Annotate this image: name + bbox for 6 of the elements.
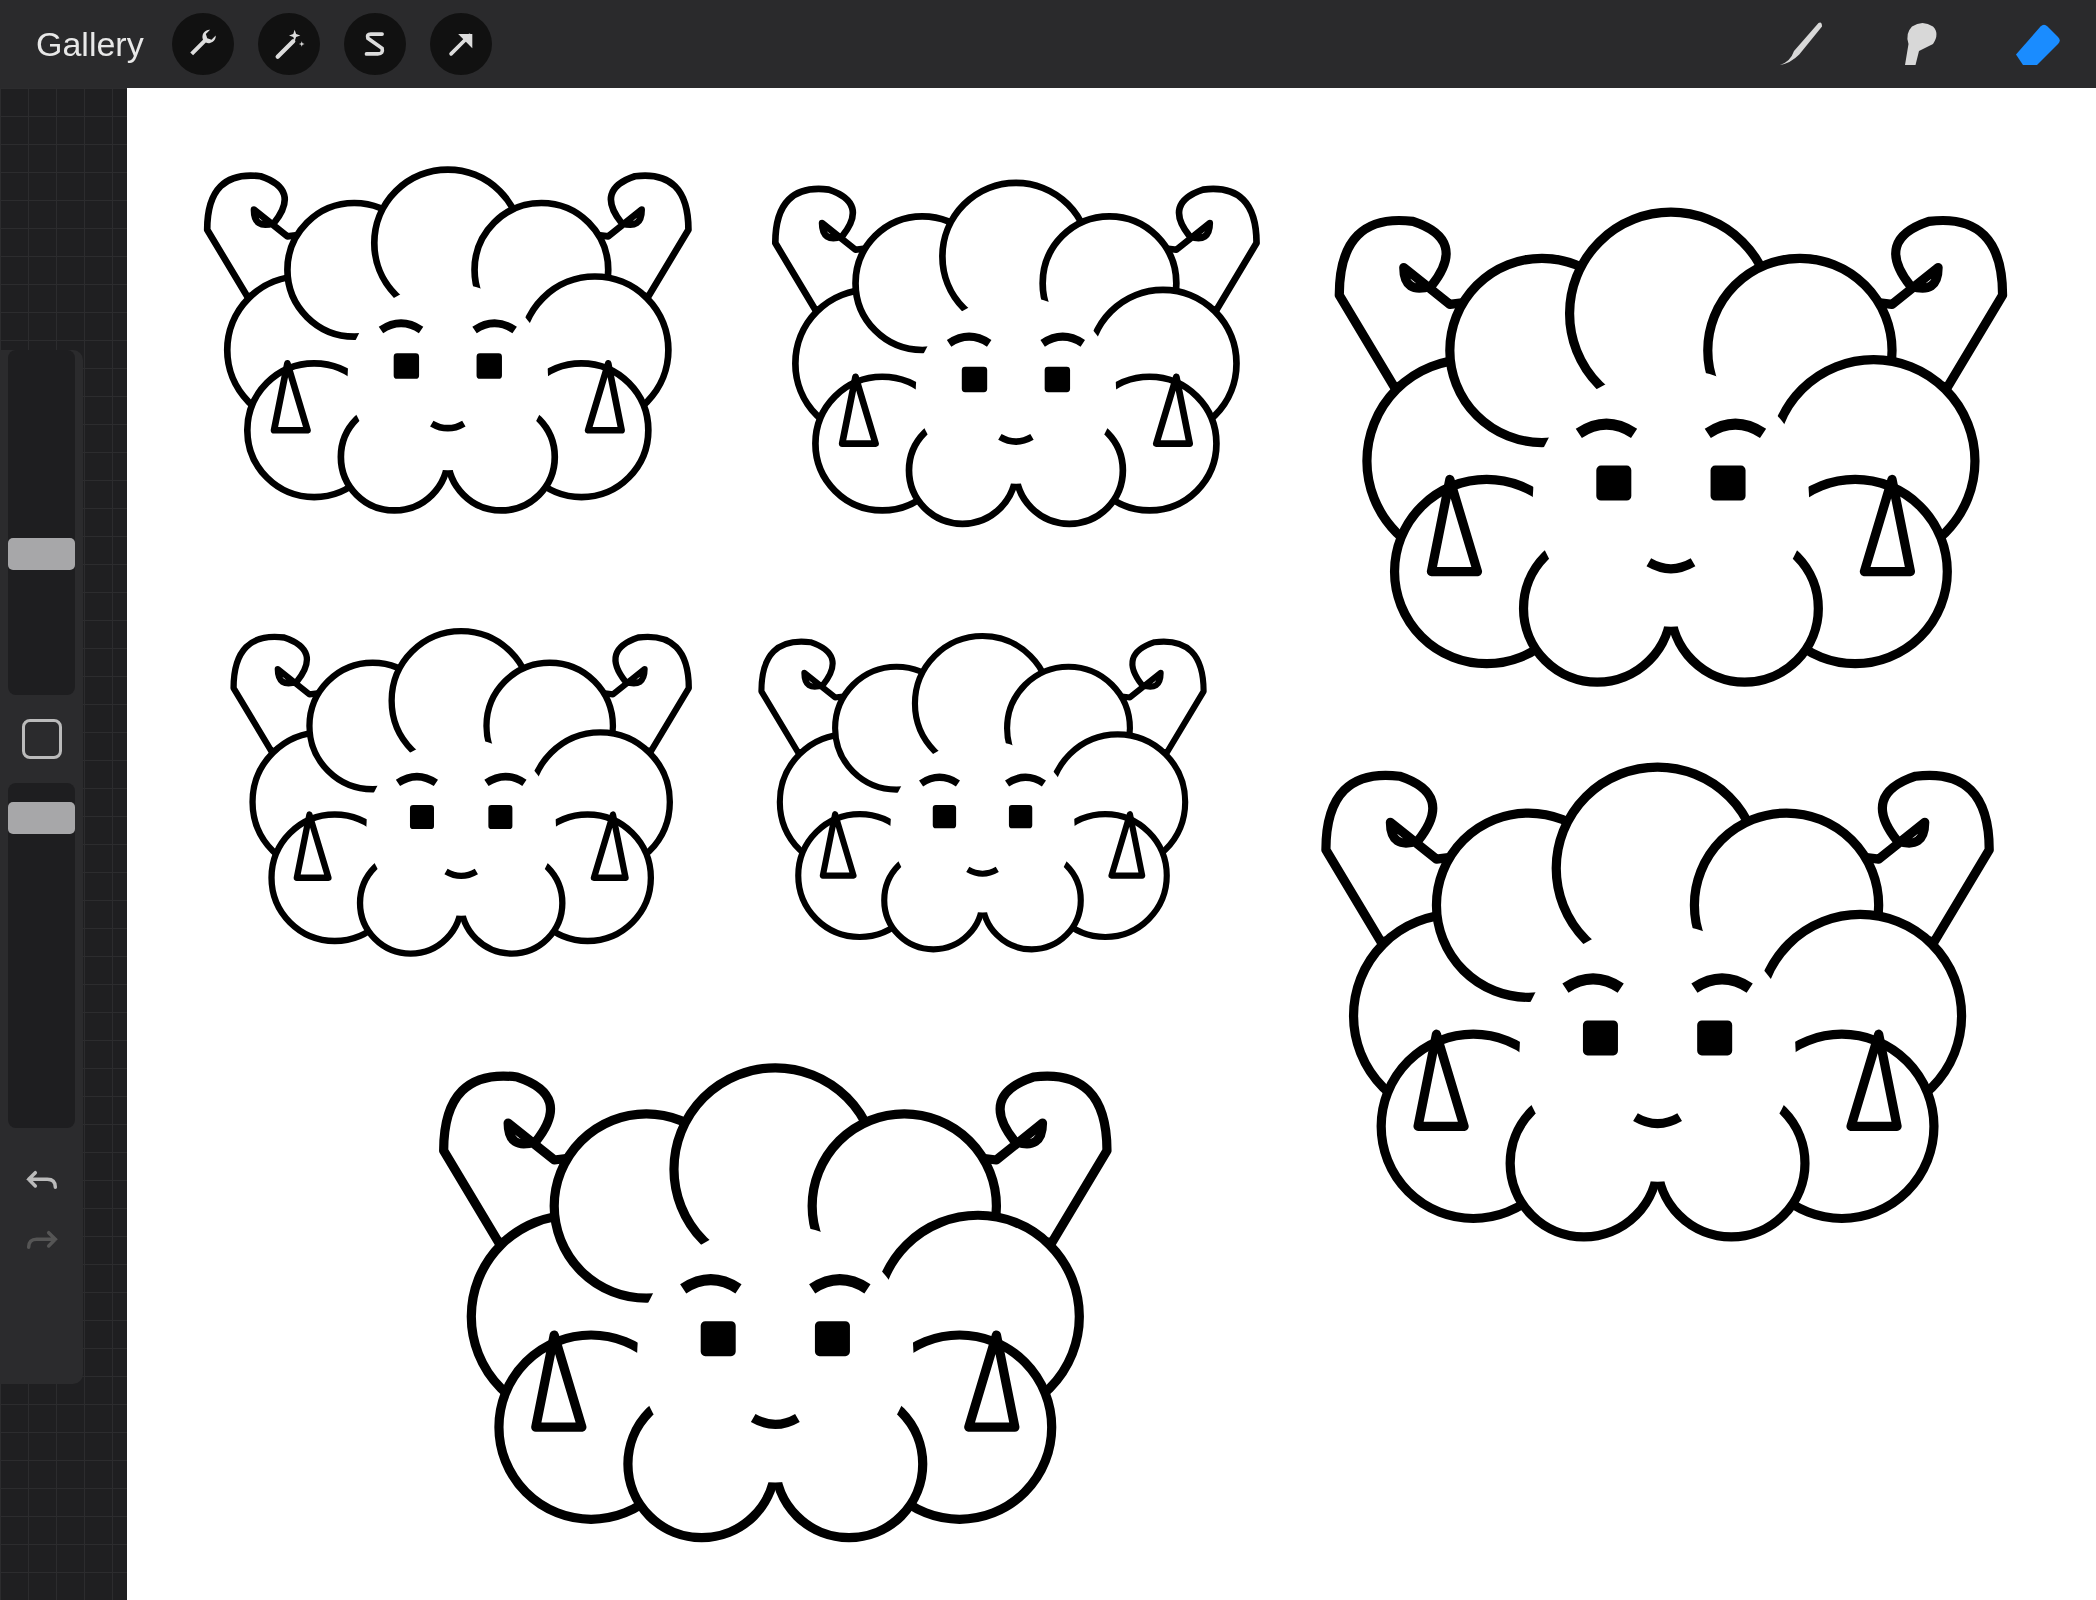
square-button[interactable] — [21, 719, 62, 759]
gallery-link[interactable]: Gallery — [0, 18, 164, 70]
opacity-slider[interactable] — [8, 783, 75, 1128]
slider-thumb[interactable] — [8, 537, 75, 570]
slider-thumb[interactable] — [8, 801, 75, 834]
brush-size-slider[interactable] — [8, 350, 75, 695]
